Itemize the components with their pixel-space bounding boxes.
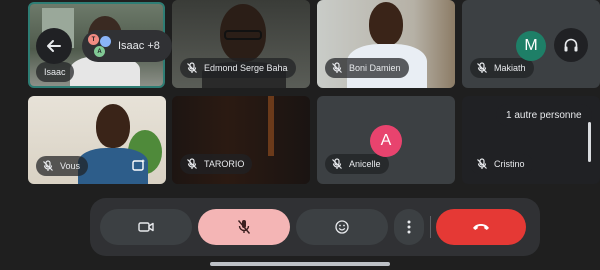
dim-light [268,96,274,156]
video-tile-tarorio[interactable]: TARORIO [172,96,310,184]
video-tile-self[interactable]: Vous [28,96,166,184]
self-account-avatar[interactable]: M [516,31,546,61]
more-options-button[interactable] [394,209,424,245]
glasses [224,30,262,40]
participant-name-label: TARORIO [180,154,253,174]
audio-output-button[interactable] [554,28,588,62]
participant-name-label: Cristino [470,154,533,174]
emoji-icon [335,220,349,234]
video-tile-edmond[interactable]: Edmond Serge Baha [172,0,310,88]
participant-name-label: Vous [36,156,89,176]
mini-avatar: A [94,46,105,57]
participant-name-label: Isaac [36,62,74,82]
participant-avatar: A [370,125,402,157]
participants-button[interactable]: T A Isaac +8 [82,30,172,62]
participant-name-label: Edmond Serge Baha [180,58,296,78]
mic-off-icon [237,220,251,234]
participant-name-label: Anicelle [325,154,389,174]
participants-label: Isaac +8 [118,40,160,52]
effects-icon[interactable] [132,158,146,172]
arrow-back-icon [47,40,61,52]
back-button[interactable] [36,28,72,64]
video-tile-boni[interactable]: Boni Damien [317,0,455,88]
mic-off-icon [331,62,343,74]
participant-head [96,104,130,148]
divider [430,216,431,238]
headphones-icon [564,38,578,52]
mic-off-icon [331,158,343,170]
scrollbar[interactable] [588,122,591,162]
call-controls-bar [90,198,540,256]
hang-up-button[interactable] [436,209,526,245]
mic-off-icon [42,160,54,172]
participant-name-label: Makiath [470,58,534,78]
mic-off-icon [476,62,488,74]
mic-off-icon [476,158,488,170]
call-end-icon [473,224,489,230]
video-camera-icon [138,222,154,232]
reactions-button[interactable] [296,209,388,245]
more-vert-icon [407,220,411,234]
mini-avatar: T [88,34,99,45]
more-participants-button[interactable]: 1 autre personne [496,104,592,126]
mic-off-icon [186,158,198,170]
participant-name-label: Boni Damien [325,58,409,78]
mic-toggle-button[interactable] [198,209,290,245]
gesture-nav-bar[interactable] [210,262,390,266]
participant-head [369,2,403,46]
mini-avatar-photo [100,36,111,47]
mic-off-icon [186,62,198,74]
camera-toggle-button[interactable] [100,209,192,245]
participant-mini-avatars: T A [88,34,112,58]
